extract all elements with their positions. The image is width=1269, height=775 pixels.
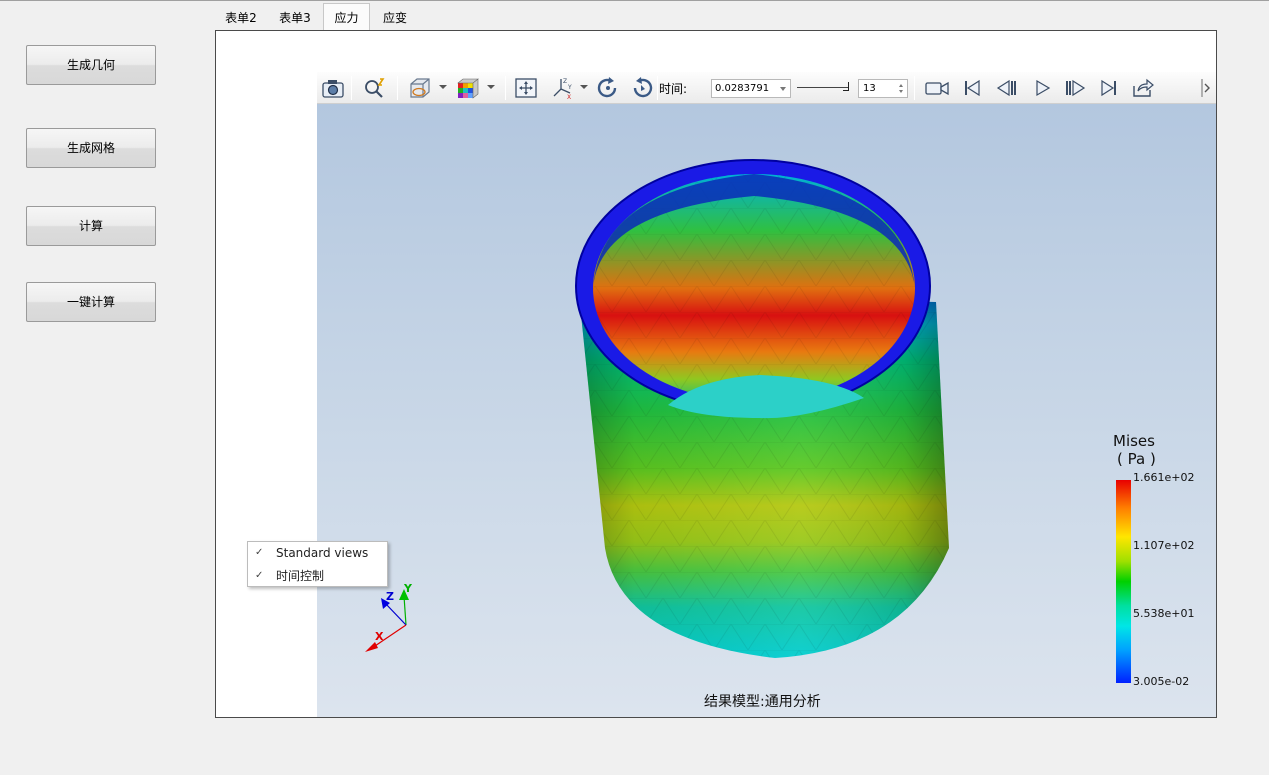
axis-z-label: Z <box>386 590 394 603</box>
toolbar-separator <box>397 76 398 100</box>
compute-button[interactable]: 计算 <box>26 206 156 246</box>
time-label: 时间: <box>659 82 688 96</box>
frame-value: 13 <box>863 83 876 94</box>
axes-triad: Y Z X <box>365 582 413 652</box>
legend-value-2: 1.107e+02 <box>1133 539 1195 552</box>
toolbar-overflow-icon[interactable] <box>1201 76 1213 100</box>
time-slider[interactable] <box>797 87 849 88</box>
legend-unit: ( Pa ) <box>1117 450 1156 468</box>
generate-geometry-button[interactable]: 生成几何 <box>26 45 156 85</box>
last-frame-icon[interactable] <box>1096 76 1122 100</box>
play-icon[interactable] <box>1029 76 1055 100</box>
camera-icon[interactable] <box>320 76 346 100</box>
time-slider-handle[interactable] <box>843 82 849 91</box>
spin-up-icon[interactable] <box>899 84 903 87</box>
chevron-down-icon[interactable] <box>439 85 447 89</box>
time-value: 0.0283791 <box>715 83 770 94</box>
rotate-left-icon[interactable] <box>595 76 621 100</box>
next-frame-icon[interactable] <box>1062 76 1088 100</box>
chevron-down-icon[interactable] <box>780 87 786 91</box>
toolbar-separator <box>657 76 658 100</box>
menu-item-standard-views[interactable]: ✓ Standard views <box>248 542 387 564</box>
first-frame-icon[interactable] <box>959 76 985 100</box>
generate-mesh-button[interactable]: 生成网格 <box>26 128 156 168</box>
chevron-down-icon[interactable] <box>580 85 588 89</box>
legend-value-3: 5.538e+01 <box>1133 607 1195 620</box>
tab-strain[interactable]: 应变 <box>379 5 411 31</box>
axis-y-label: Y <box>403 582 413 595</box>
check-icon: ✓ <box>255 570 264 581</box>
legend-title: Mises ( Pa ) <box>1113 432 1156 468</box>
one-click-compute-button[interactable]: 一键计算 <box>26 282 156 322</box>
menu-item-label: 时间控制 <box>276 569 325 583</box>
toolbar-separator <box>351 76 352 100</box>
window-top-border <box>0 0 1269 1</box>
toolbar-separator <box>505 76 506 100</box>
toolbar-separator <box>914 76 915 100</box>
frame-spinbox[interactable]: 13 <box>858 79 908 98</box>
zoom-magic-icon[interactable] <box>361 76 387 100</box>
axis-x-label: X <box>375 630 384 643</box>
color-cube-icon[interactable] <box>455 76 481 100</box>
legend-quantity: Mises <box>1113 432 1155 450</box>
prev-frame-icon[interactable] <box>994 76 1020 100</box>
stress-model-render <box>575 159 949 658</box>
video-record-icon[interactable] <box>924 76 950 100</box>
svg-text:X: X <box>567 94 571 100</box>
chevron-down-icon[interactable] <box>487 85 495 89</box>
svg-text:Z: Z <box>563 78 567 85</box>
tab-form2[interactable]: 表单2 <box>221 5 261 31</box>
time-value-combobox[interactable]: 0.0283791 <box>711 79 791 98</box>
legend-max-value: 1.661e+02 <box>1133 471 1195 484</box>
export-icon[interactable] <box>1130 76 1156 100</box>
check-icon: ✓ <box>255 547 264 558</box>
svg-text:Y: Y <box>567 84 572 91</box>
menu-item-label: Standard views <box>276 546 369 560</box>
color-legend-bar <box>1116 480 1131 683</box>
axes-orient-icon[interactable]: Z Y X <box>550 76 576 100</box>
tab-stress[interactable]: 应力 <box>323 3 370 32</box>
legend-min-value: 3.005e-02 <box>1133 675 1190 688</box>
result-model-caption: 结果模型:通用分析 <box>704 694 821 710</box>
spin-down-icon[interactable] <box>899 90 903 93</box>
tab-form3[interactable]: 表单3 <box>275 5 315 31</box>
fit-view-icon[interactable] <box>513 76 539 100</box>
3d-viewport[interactable] <box>317 104 1216 717</box>
rotate-right-icon[interactable] <box>629 76 655 100</box>
box-visibility-icon[interactable] <box>407 76 433 100</box>
